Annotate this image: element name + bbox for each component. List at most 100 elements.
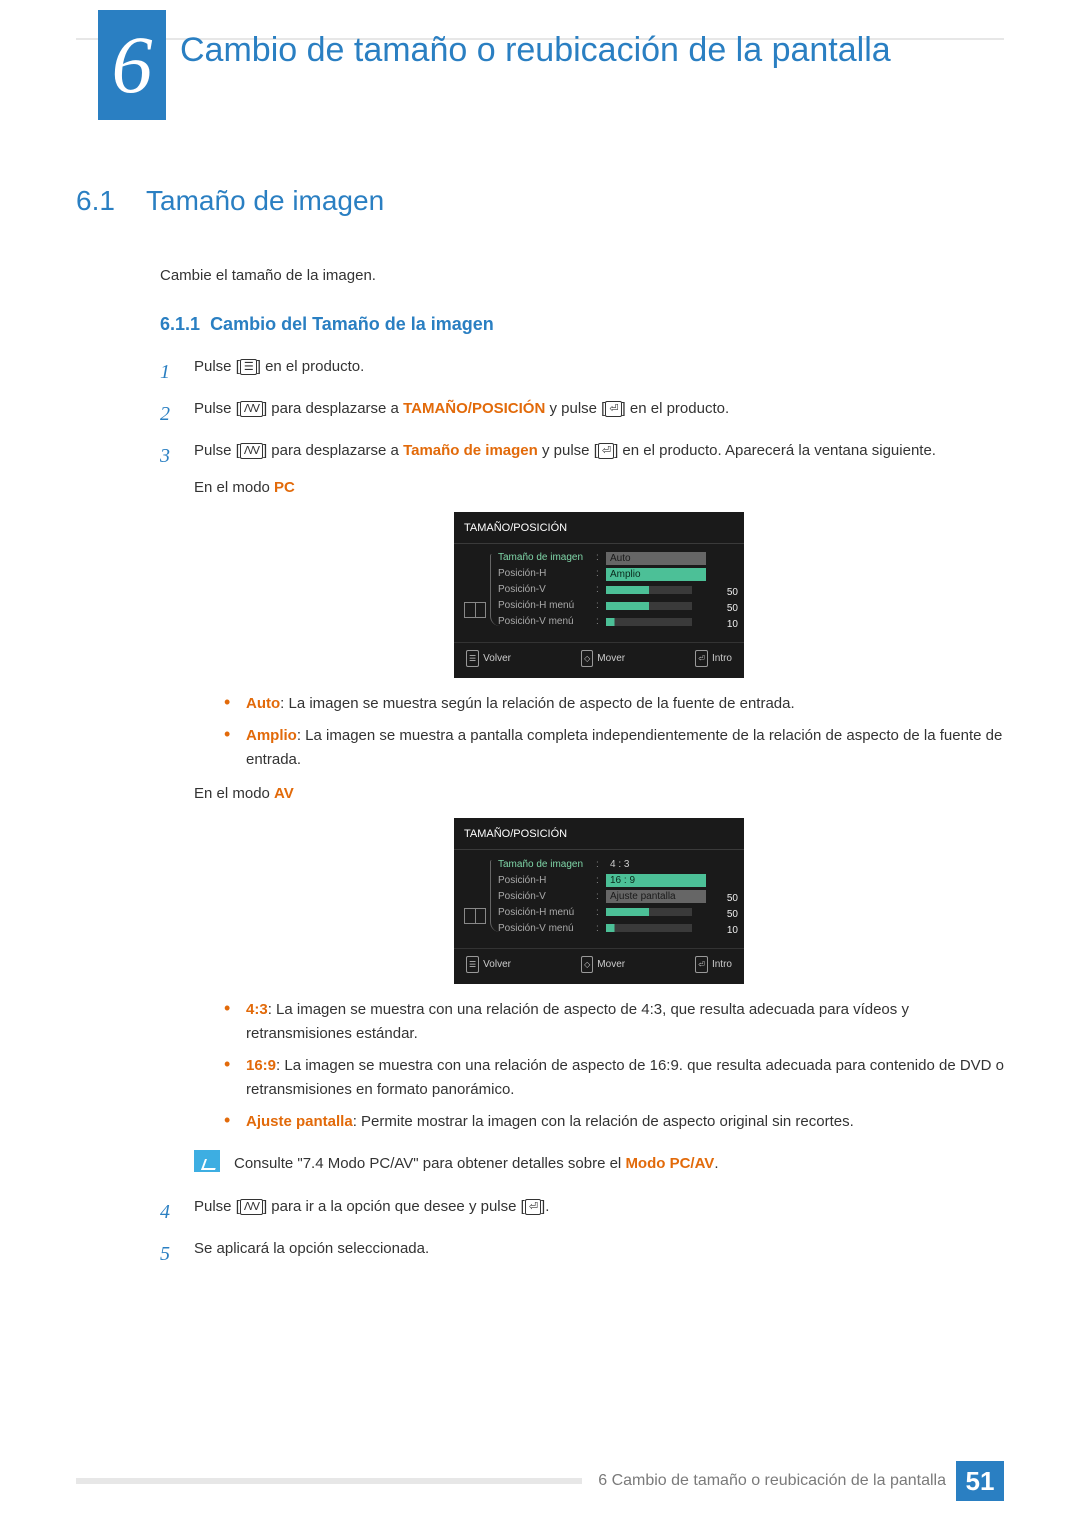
osd-foot-back: ☰Volver [466,649,511,668]
bullet-term: 16:9 [246,1057,276,1074]
bullet-icon: • [224,1054,232,1102]
note-text: Consulte "7.4 Modo PC/AV" para obtener d… [234,1150,719,1179]
bullet-term: Ajuste pantalla [246,1113,353,1130]
bullet-icon: • [224,724,232,772]
step-3: 3 Pulse [ᐱ/ᐯ] para desplazarse a Tamaño … [160,437,1004,1189]
text: En el modo [194,479,274,496]
step-2: 2 Pulse [ᐱ/ᐯ] para desplazarse a TAMAÑO/… [160,395,1004,433]
text: Pulse [ [194,442,240,459]
note-link: Modo PC/AV [625,1155,714,1172]
text: ] en el producto. [622,400,730,417]
bullet-text: : Permite mostrar la imagen con la relac… [353,1113,854,1130]
osd-row-label: Posición-V menú [498,919,590,938]
osd-row-label: Posición-V menú [498,612,590,631]
bullet-icon: • [224,692,232,716]
text: . [714,1155,718,1172]
step-1: 1 Pulse [☰] en el producto. [160,353,1004,391]
target-label: TAMAÑO/POSICIÓN [403,400,545,417]
subsection-number: 6.1.1 [160,314,200,334]
bullet-icon: • [224,998,232,1046]
step-5: 5 Se aplicará la opción seleccionada. [160,1235,1004,1273]
bullet-term: Auto [246,695,280,712]
step-number: 4 [160,1193,176,1231]
step-number: 5 [160,1235,176,1273]
bullet-text: : La imagen se muestra según la relación… [280,695,795,712]
osd-bar [606,618,692,626]
osd-bar [606,602,692,610]
updown-icon: ᐱ/ᐯ [240,1199,263,1215]
chapter-title: Cambio de tamaño o reubicación de la pan… [180,30,960,71]
note: Consulte "7.4 Modo PC/AV" para obtener d… [194,1150,1004,1179]
mode-av-line: En el modo AV [194,780,1004,809]
text: Pulse [ [194,400,240,417]
section-heading: 6.1Tamaño de imagen [76,185,1004,217]
bullets-av: •4:3: La imagen se muestra con una relac… [224,998,1004,1134]
osd-foot-enter: ⏎Intro [695,955,732,974]
osd-bar [606,586,692,594]
bullet-text: : La imagen se muestra con una relación … [246,1057,1004,1098]
osd-foot-move: ◇Mover [581,955,625,974]
section-title: Tamaño de imagen [146,185,384,216]
page-footer: 6 Cambio de tamaño o reubicación de la p… [76,1461,1004,1501]
text: Consulte "7.4 Modo PC/AV" para obtener d… [234,1155,625,1172]
osd-title: TAMAÑO/POSICIÓN [454,512,744,544]
osd-foot-enter: ⏎Intro [695,649,732,668]
subsection-heading: 6.1.1 Cambio del Tamaño de la imagen [160,314,1004,335]
osd-option-selected: Amplio [606,568,706,581]
step-text: Se aplicará la opción seleccionada. [194,1235,1004,1273]
text: Pulse [ [194,358,240,375]
step-text: Pulse [ᐱ/ᐯ] para desplazarse a TAMAÑO/PO… [194,395,1004,433]
chapter-number-badge: 6 [98,10,166,120]
bullet-term: Amplio [246,727,297,744]
updown-icon: ᐱ/ᐯ [240,401,263,417]
bullet-term: 4:3 [246,1001,268,1018]
note-icon [194,1150,220,1172]
text: ] en el producto. [257,358,365,375]
bullet-icon: • [224,1110,232,1134]
footer-text: 6 Cambio de tamaño o reubicación de la p… [598,1472,946,1490]
text: En el modo [194,785,274,802]
bullet-text: : La imagen se muestra a pantalla comple… [246,727,1002,768]
step-text: Pulse [ᐱ/ᐯ] para desplazarse a Tamaño de… [194,437,1004,1189]
text: Pulse [ [194,1198,240,1215]
osd-side-icon [464,602,486,618]
text: y pulse [ [545,400,605,417]
osd-foot-back: ☰Volver [466,955,511,974]
osd-value: 10 [727,921,738,940]
text: ]. [541,1198,549,1215]
step-number: 1 [160,353,176,391]
target-label: Tamaño de imagen [403,442,538,459]
step-number: 2 [160,395,176,433]
text: ] en el producto. Aparecerá la ventana s… [614,442,936,459]
osd-foot-move: ◇Mover [581,649,625,668]
step-number: 3 [160,437,176,1189]
osd-side-icon [464,908,486,924]
footer-rule [76,1478,582,1484]
mode-pc: PC [274,479,295,496]
osd-bar [606,924,692,932]
osd-option-selected: 16 : 9 [606,874,706,887]
text: ] para desplazarse a [263,442,403,459]
enter-icon: ⏎ [525,1199,541,1215]
step-text: Pulse [☰] en el producto. [194,353,1004,391]
mode-av: AV [274,785,294,802]
osd-panel-av: TAMAÑO/POSICIÓN Tamaño de imagen: 4 : 3 … [454,818,744,984]
mode-pc-line: En el modo PC [194,474,1004,503]
osd-title: TAMAÑO/POSICIÓN [454,818,744,850]
updown-icon: ᐱ/ᐯ [240,443,263,459]
subsection-title: Cambio del Tamaño de la imagen [210,314,494,334]
section-number: 6.1 [76,185,146,217]
footer-page-number: 51 [956,1461,1004,1501]
step-text: Pulse [ᐱ/ᐯ] para ir a la opción que dese… [194,1193,1004,1231]
osd-value: 10 [727,615,738,634]
osd-bar [606,908,692,916]
text: ] para desplazarse a [263,400,403,417]
bullets-pc: • Auto: La imagen se muestra según la rel… [224,692,1004,772]
step-4: 4 Pulse [ᐱ/ᐯ] para ir a la opción que de… [160,1193,1004,1231]
osd-panel-pc: TAMAÑO/POSICIÓN Tamaño de imagen: Auto P… [454,512,744,678]
enter-icon: ⏎ [598,443,614,459]
osd-option: Ajuste pantalla [606,890,706,903]
bullet-text: : La imagen se muestra con una relación … [246,1001,909,1042]
text: y pulse [ [538,442,598,459]
osd-option: 4 : 3 [606,858,706,871]
